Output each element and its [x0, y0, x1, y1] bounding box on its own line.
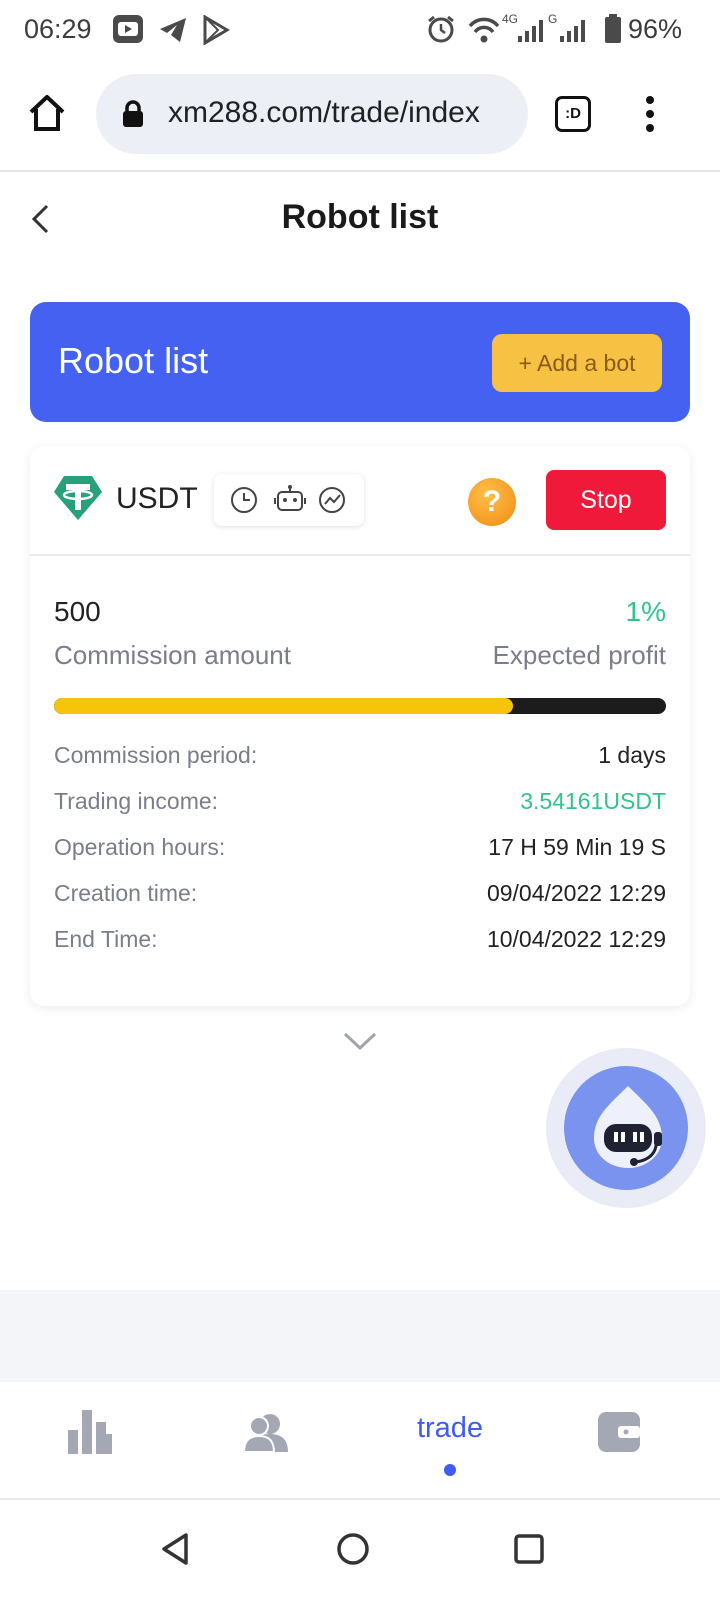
page-title: Robot list — [281, 198, 439, 236]
support-avatar — [564, 1066, 688, 1190]
telegram-icon — [160, 18, 186, 42]
more-options-icon[interactable] — [644, 96, 656, 132]
detail-row-trading-income: Trading income: 3.54161USDT — [54, 788, 666, 824]
users-icon — [244, 1414, 288, 1452]
status-time: 06:29 — [24, 14, 92, 44]
app-root: 06:29 4G G 96% xm288.com/trade/index:D … — [0, 0, 720, 1600]
browser-toolbar: xm288.com/trade/index :D — [0, 60, 720, 172]
support-chat-button[interactable] — [546, 1048, 706, 1208]
expected-profit-label: Expected profit — [492, 640, 666, 670]
tab-wallet[interactable] — [540, 1382, 720, 1500]
commission-amount-value: 500 — [54, 596, 101, 627]
wallet-icon — [598, 1412, 640, 1452]
stop-button[interactable]: Stop — [546, 470, 666, 530]
detail-value: 3.54161USDT — [520, 788, 666, 814]
lock-icon — [123, 100, 143, 127]
wifi-icon — [468, 17, 500, 43]
back-nav-icon[interactable] — [160, 1532, 190, 1566]
tab-team[interactable] — [180, 1382, 360, 1500]
bottom-tab-bar: trade — [0, 1382, 720, 1500]
detail-label: Creation time: — [54, 880, 198, 906]
tab-switcher-button[interactable]: :D — [555, 96, 591, 132]
help-icon[interactable]: ? — [468, 478, 516, 526]
detail-row-operation-hours: Operation hours: 17 H 59 Min 19 S — [54, 834, 666, 870]
banner-title: Robot list — [58, 340, 209, 381]
home-icon[interactable] — [28, 94, 66, 132]
coin-name: USDT — [116, 482, 198, 515]
robot-icon — [274, 485, 306, 511]
address-bar[interactable]: xm288.com/trade/index — [96, 74, 528, 154]
network-badge-g: G — [548, 12, 558, 26]
expected-profit-value: 1% — [625, 596, 666, 627]
home-nav-icon[interactable] — [336, 1532, 370, 1566]
progress-fill — [54, 698, 513, 714]
commission-amount-label: Commission amount — [54, 640, 291, 670]
detail-label: Operation hours: — [54, 834, 226, 860]
status-bar: 06:29 4G G 96% — [0, 0, 720, 60]
alarm-icon — [428, 15, 454, 43]
system-navigation-bar — [0, 1500, 720, 1600]
support-robot-icon — [594, 1086, 662, 1168]
detail-value: 10/04/2022 12:29 — [486, 926, 666, 952]
battery-percent: 96% — [627, 14, 682, 44]
clock-icon — [231, 487, 257, 513]
robot-card-header: USDT ? Stop — [30, 446, 690, 556]
progress-bar — [54, 698, 666, 714]
detail-label: Trading income: — [54, 788, 219, 814]
detail-row-creation-time: Creation time: 09/04/2022 12:29 — [54, 880, 666, 916]
chevron-down-icon[interactable] — [342, 1030, 378, 1052]
tab-trade-label: trade — [416, 1412, 484, 1444]
detail-value: 1 days — [598, 742, 666, 768]
active-tab-indicator — [444, 1464, 456, 1476]
signal-icon-2 — [560, 20, 585, 42]
tab-markets[interactable] — [0, 1382, 180, 1500]
battery-icon — [605, 14, 621, 43]
robot-list-banner: Robot list + Add a bot — [30, 302, 690, 422]
detail-label: Commission period: — [54, 742, 258, 768]
add-bot-button[interactable]: + Add a bot — [492, 334, 662, 392]
detail-value: 17 H 59 Min 19 S — [488, 834, 666, 860]
detail-row-end-time: End Time: 10/04/2022 12:29 — [54, 926, 666, 962]
detail-row-commission-period: Commission period: 1 days — [54, 742, 666, 778]
recents-nav-icon[interactable] — [514, 1534, 544, 1564]
detail-value: 09/04/2022 12:29 — [486, 880, 666, 906]
robot-card: USDT ? Stop 500 1% Commission amount Exp… — [30, 446, 690, 1006]
play-store-icon — [203, 15, 230, 45]
video-notification-icon — [113, 15, 143, 43]
tether-usdt-icon — [54, 476, 102, 520]
signal-icon — [518, 20, 543, 42]
url-text: xm288.com/trade/index — [168, 96, 480, 129]
bar-chart-icon — [68, 1410, 112, 1454]
content-footer-band — [0, 1290, 720, 1382]
detail-label: End Time: — [54, 926, 158, 952]
trend-chart-icon — [319, 487, 345, 513]
robot-feature-icons — [214, 474, 364, 526]
tab-trade[interactable]: trade — [360, 1382, 540, 1500]
